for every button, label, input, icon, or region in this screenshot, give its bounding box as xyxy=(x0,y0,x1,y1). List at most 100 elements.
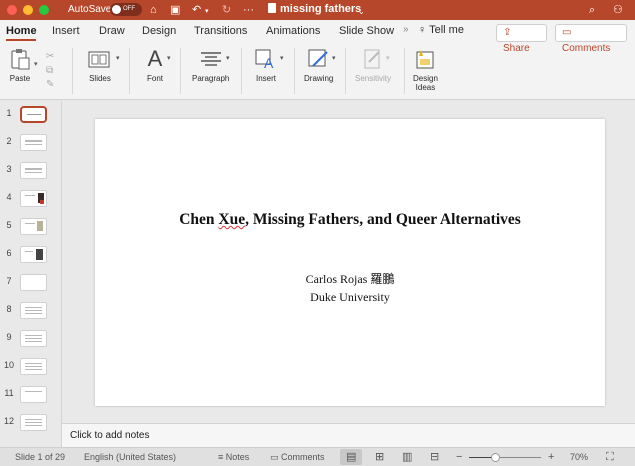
zoom-slider[interactable] xyxy=(469,453,541,462)
separator xyxy=(241,48,242,94)
slide-thumbnail-9[interactable]: 9 xyxy=(0,329,61,349)
paste-button[interactable]: Paste xyxy=(8,48,32,83)
thumbnail-number: 9 xyxy=(6,332,12,342)
slide-thumbnail-12[interactable]: 12 xyxy=(0,413,61,433)
language-indicator[interactable]: English (United States) xyxy=(84,448,176,466)
current-slide[interactable]: Chen Xue, Missing Fathers, and Queer Alt… xyxy=(95,119,605,406)
design-ideas-button[interactable]: Design Ideas xyxy=(413,48,438,92)
paragraph-label: Paragraph xyxy=(192,74,230,83)
thumbnail-number: 5 xyxy=(6,220,12,230)
notes-button[interactable]: ≡ Notes xyxy=(218,448,249,466)
autosave-state: OFF xyxy=(123,6,135,12)
slideshow-icon[interactable]: ⊟ xyxy=(430,448,439,466)
share-button[interactable]: ⇪ Share xyxy=(496,24,547,54)
thumbnail-preview xyxy=(20,190,47,207)
home-icon[interactable]: ⌂ xyxy=(150,3,157,17)
ribbon-tabs: Home Insert Draw Design Transitions Anim… xyxy=(0,20,635,54)
share-label: Share xyxy=(503,43,530,54)
normal-view-icon[interactable]: ▤ xyxy=(346,448,356,466)
slide-thumbnail-3[interactable]: 3 xyxy=(0,161,61,181)
tab-slide-show[interactable]: Slide Show xyxy=(339,24,394,38)
font-dropdown-icon[interactable]: ▾ xyxy=(167,54,171,62)
slide-thumbnail-2[interactable]: 2 xyxy=(0,133,61,153)
thumbnail-preview xyxy=(20,106,47,123)
minimize-window-button[interactable] xyxy=(23,5,33,15)
search-icon[interactable]: ⌕ xyxy=(589,3,595,17)
comments-status-button[interactable]: ▭ Comments xyxy=(270,448,325,466)
drawing-button[interactable]: Drawing xyxy=(304,48,333,83)
thumbnail-preview xyxy=(20,386,47,403)
separator xyxy=(294,48,295,94)
title-chevron-icon[interactable]: ⌄ xyxy=(358,5,365,19)
thumbnail-image xyxy=(37,221,43,231)
save-icon[interactable]: ▣ xyxy=(170,3,180,17)
separator xyxy=(129,48,130,94)
slides-button[interactable]: Slides xyxy=(88,48,112,83)
slide-thumbnail-10[interactable]: 10 xyxy=(0,357,61,377)
slide-sorter-icon[interactable]: ⊞ xyxy=(375,448,384,466)
tab-home[interactable]: Home xyxy=(6,24,37,38)
slide-thumbnail-5[interactable]: 5 xyxy=(0,217,61,237)
svg-text:A: A xyxy=(264,55,274,70)
slide-thumbnail-1[interactable]: 1 xyxy=(0,105,61,125)
thumbnail-content xyxy=(25,338,42,339)
tab-design[interactable]: Design xyxy=(142,24,176,38)
title-bar: AutoSave OFF ⌂ ▣ ↶ ▾ ↻ ··· missing fathe… xyxy=(0,0,635,20)
slide-thumbnail-6[interactable]: 6 xyxy=(0,245,61,265)
thumbnail-preview xyxy=(20,246,47,263)
thumbnail-number: 3 xyxy=(6,164,12,174)
notes-pane[interactable]: Click to add notes xyxy=(62,423,635,447)
slide-thumbnail-4[interactable]: 4 xyxy=(0,189,61,209)
slide-indicator: Slide 1 of 29 xyxy=(15,452,66,462)
title-spellcheck-word: Xue xyxy=(218,211,246,228)
fit-to-window-icon[interactable]: ⛶ xyxy=(606,448,614,466)
insert-dropdown-icon[interactable]: ▾ xyxy=(280,54,284,62)
font-button[interactable]: A Font xyxy=(143,48,167,84)
zoom-level[interactable]: 70% xyxy=(570,448,588,466)
tab-draw[interactable]: Draw xyxy=(99,24,125,38)
active-tab-indicator xyxy=(6,39,36,41)
thumbnail-content xyxy=(25,419,42,420)
undo-dropdown-icon[interactable]: ▾ xyxy=(205,5,209,19)
thumbnail-content xyxy=(25,425,42,426)
slides-icon xyxy=(88,48,112,70)
close-window-button[interactable] xyxy=(7,5,17,15)
more-icon[interactable]: ··· xyxy=(243,3,254,17)
autosave-toggle[interactable]: OFF xyxy=(110,3,142,16)
thumbnail-content xyxy=(25,307,42,308)
thumbnail-content xyxy=(25,195,35,196)
insert-shape-icon: A xyxy=(254,48,278,71)
reading-view-icon[interactable]: ▥ xyxy=(402,448,412,466)
slide-title[interactable]: Chen Xue, Missing Fathers, and Queer Alt… xyxy=(95,211,605,229)
thumbnail-image xyxy=(36,249,43,260)
zoom-out-icon[interactable]: − xyxy=(456,448,462,466)
paragraph-button[interactable]: Paragraph xyxy=(192,48,229,83)
drawing-dropdown-icon[interactable]: ▾ xyxy=(332,54,336,62)
insert-button[interactable]: A Insert xyxy=(254,48,278,83)
paste-dropdown-icon[interactable]: ▾ xyxy=(34,60,38,68)
slide-thumbnail-11[interactable]: 11 xyxy=(0,385,61,405)
zoom-window-button[interactable] xyxy=(39,5,49,15)
slide-thumbnail-8[interactable]: 8 xyxy=(0,301,61,321)
account-icon[interactable]: ⚇ xyxy=(613,3,623,17)
tab-animations[interactable]: Animations xyxy=(266,24,320,38)
thumbnail-content xyxy=(25,140,42,142)
undo-icon[interactable]: ↶ xyxy=(192,3,201,17)
slide-thumbnail-7[interactable]: 7 xyxy=(0,273,61,293)
thumbnail-content xyxy=(25,172,42,173)
slide-subtitle[interactable]: Carlos Rojas 羅鵬 Duke University xyxy=(95,270,605,306)
thumbnail-content xyxy=(25,335,42,336)
tab-insert[interactable]: Insert xyxy=(52,24,80,38)
paragraph-dropdown-icon[interactable]: ▾ xyxy=(226,54,230,62)
thumbnail-preview xyxy=(20,330,47,347)
thumbnail-content xyxy=(27,114,41,115)
tab-transitions[interactable]: Transitions xyxy=(194,24,247,38)
more-tabs-icon[interactable]: » xyxy=(403,24,409,35)
document-icon xyxy=(268,3,276,13)
tell-me-search[interactable]: ♀ Tell me xyxy=(418,24,464,36)
zoom-slider-knob[interactable] xyxy=(491,453,501,462)
comments-button[interactable]: ▭ Comments xyxy=(555,24,627,54)
zoom-in-icon[interactable]: + xyxy=(548,448,554,466)
notes-icon: ≡ xyxy=(218,452,224,462)
slides-dropdown-icon[interactable]: ▾ xyxy=(116,54,120,62)
